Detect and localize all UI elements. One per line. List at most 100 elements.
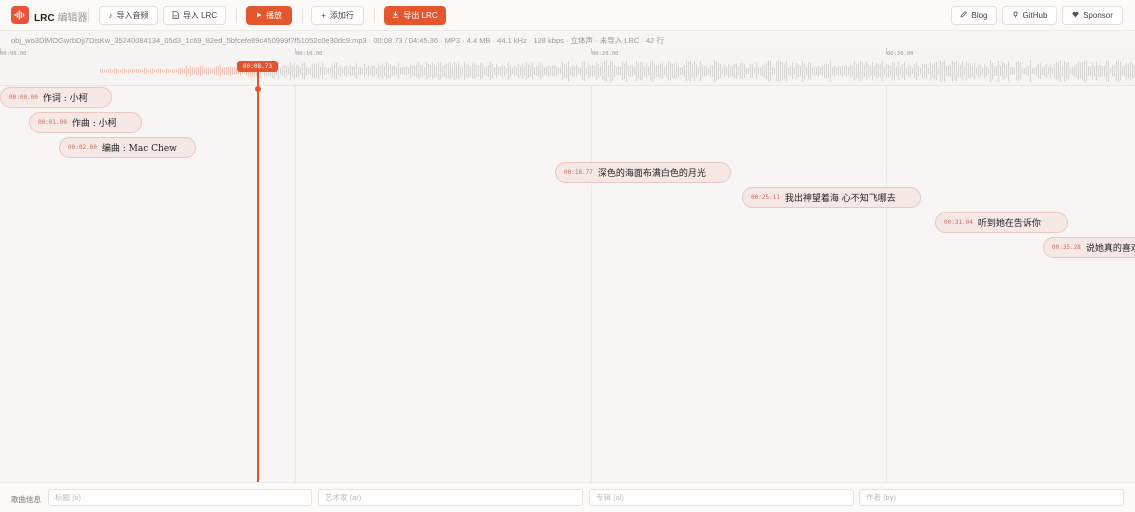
waveform-bar	[464, 62, 465, 80]
waveform-bar	[1018, 61, 1019, 81]
waveform-bar	[936, 61, 937, 81]
waveform-bar	[878, 64, 879, 78]
waveform-bar	[186, 65, 187, 77]
waveform-bar	[582, 62, 583, 80]
waveform-bar	[106, 69, 107, 73]
waveform-bar	[996, 66, 997, 76]
lyric-line[interactable]: 00:02.00 编曲 : Mac Chew	[59, 137, 196, 158]
play-button[interactable]: 播放	[246, 6, 292, 25]
lyric-line[interactable]: 00:25.11 我出神望着海 心不知飞哪去	[742, 187, 921, 208]
waveform-bar	[576, 64, 577, 78]
waveform-bar	[620, 66, 621, 76]
lyric-time: 00:02.00	[68, 144, 97, 151]
waveform-bar	[518, 64, 519, 78]
waveform-bar	[926, 63, 927, 79]
waveform-bar	[1030, 60, 1031, 82]
lyrics-timeline[interactable]: 00:00.00 作词 : 小柯 00:01.00 作曲 : 小柯 00:02.…	[0, 86, 1135, 482]
waveform-bar	[670, 62, 671, 80]
waveform-bar	[628, 65, 629, 77]
playhead-time: 00:08.73	[237, 61, 278, 72]
lyric-text: 听到她在告诉你	[977, 219, 1041, 229]
waveform-bar	[690, 60, 691, 82]
waveform-bar	[974, 62, 975, 80]
waveform-bar	[442, 65, 443, 77]
waveform-bar	[490, 62, 491, 80]
lyric-line[interactable]: 00:18.77 深色的海面布满白色的月光	[555, 162, 731, 183]
ruler-tick-label: 00:00.00	[0, 51, 27, 57]
waveform-bar	[192, 67, 193, 75]
waveform-bar	[702, 65, 703, 77]
waveform-bar	[546, 67, 547, 75]
lyric-line[interactable]: 00:01.00 作曲 : 小柯	[29, 112, 142, 133]
waveform-bar	[758, 67, 759, 75]
author-input[interactable]	[859, 489, 1124, 506]
add-line-button[interactable]: + 添加行	[311, 6, 364, 25]
waveform-bar	[730, 65, 731, 77]
waveform-bar	[1108, 60, 1109, 82]
waveform-bar	[1038, 63, 1039, 79]
waveform-bar	[284, 64, 285, 78]
waveform-bar	[138, 69, 139, 73]
waveform-bar	[1070, 67, 1071, 75]
waveform-bar	[230, 65, 231, 77]
waveform-bar	[820, 67, 821, 75]
waveform-bar	[180, 67, 181, 75]
waveform-bar	[638, 63, 639, 79]
playhead-handle[interactable]	[255, 86, 261, 92]
waveform-bar	[428, 64, 429, 78]
artist-input[interactable]	[318, 489, 583, 506]
waveform-bar	[1028, 65, 1029, 77]
import-lrc-button[interactable]: 导入 LRC	[163, 6, 226, 25]
waveform-bar	[960, 64, 961, 78]
waveform-bar	[282, 65, 283, 77]
waveform-ruler[interactable]: 00:00.00 00:10.00 00:20.00 00:30.00	[0, 48, 1135, 86]
waveform-bar	[588, 63, 589, 79]
waveform-bar	[1068, 62, 1069, 80]
gridline	[591, 86, 592, 482]
export-lrc-button[interactable]: 导出 LRC	[384, 6, 446, 25]
waveform-bar	[618, 66, 619, 76]
waveform-bar	[994, 66, 995, 76]
waveform-bar	[1076, 63, 1077, 79]
waveform-bar	[806, 66, 807, 76]
waveform-bar	[190, 65, 191, 77]
waveform-bar	[128, 69, 129, 73]
app-title: LRC 编辑器	[34, 13, 88, 24]
lyric-line[interactable]: 00:31.04 听到她在告诉你	[935, 212, 1068, 233]
waveform-bar	[1060, 60, 1061, 82]
lyric-time: 00:18.77	[564, 169, 593, 176]
waveform-bar	[514, 65, 515, 77]
waveform-bar	[676, 63, 677, 79]
playhead[interactable]	[257, 62, 259, 482]
lyric-line[interactable]: 00:00.00 作词 : 小柯	[0, 87, 112, 108]
title-input[interactable]	[48, 489, 312, 506]
waveform-bar	[590, 65, 591, 77]
sponsor-button[interactable]: Sponsor	[1062, 6, 1123, 25]
waveform-bar	[962, 61, 963, 81]
waveform-bar	[562, 62, 563, 80]
waveform-bar	[918, 65, 919, 77]
blog-button[interactable]: Blog	[951, 6, 997, 25]
waveform-bar	[1064, 60, 1065, 82]
waveform-bar	[470, 65, 471, 77]
waveform-bar	[512, 67, 513, 75]
waveform-bar	[718, 63, 719, 79]
waveform-bar	[694, 61, 695, 81]
album-input[interactable]	[589, 489, 854, 506]
waveform-bar	[684, 64, 685, 78]
github-button[interactable]: GitHub	[1002, 6, 1057, 25]
waveform-bar	[130, 69, 131, 73]
waveform-bar	[1118, 60, 1119, 82]
waveform-bar	[504, 66, 505, 76]
import-audio-button[interactable]: ♪ 导入音频	[99, 6, 158, 25]
waveform-bar	[498, 66, 499, 76]
lyric-line[interactable]: 00:35.28 说她真的喜欢你	[1043, 237, 1135, 258]
waveform-bar	[392, 66, 393, 76]
song-info-label: 歌曲信息	[11, 495, 41, 504]
waveform-bar	[354, 66, 355, 76]
waveform-bar	[552, 65, 553, 77]
waveform-bar	[664, 67, 665, 75]
waveform-bar	[824, 64, 825, 78]
waveform-bar	[1046, 64, 1047, 78]
waveform-bar	[874, 65, 875, 77]
